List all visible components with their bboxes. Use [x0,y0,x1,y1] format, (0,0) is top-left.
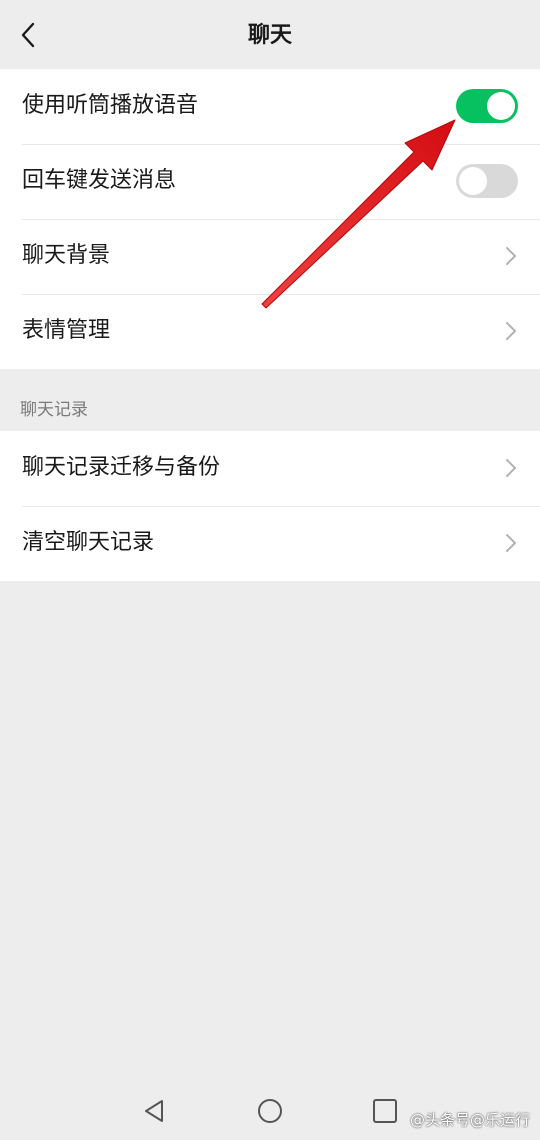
watermark-text: @头条号@乐运行 [409,1111,530,1129]
setting-row-migrate-backup[interactable]: 聊天记录迁移与备份 [0,431,540,506]
setting-row-earpiece-voice[interactable]: 使用听筒播放语音 [0,69,540,144]
square-recent-icon[interactable] [370,1096,400,1126]
setting-row-enter-to-send[interactable]: 回车键发送消息 [0,144,540,219]
setting-row-clear-history[interactable]: 清空聊天记录 [0,506,540,581]
chevron-right-icon [506,534,516,552]
toggle-knob [459,167,487,195]
setting-label: 回车键发送消息 [22,168,177,193]
earpiece-voice-toggle[interactable] [456,89,518,123]
setting-label: 清空聊天记录 [22,530,155,555]
app-header: 聊天 [0,0,540,70]
setting-label: 表情管理 [22,318,111,343]
triangle-back-icon[interactable] [140,1096,170,1126]
chat-settings-group: 使用听筒播放语音 回车键发送消息 聊天背景 表情管理 [0,69,540,369]
setting-row-sticker-management[interactable]: 表情管理 [0,294,540,369]
toggle-knob [487,92,515,120]
setting-label: 使用听筒播放语音 [22,93,199,118]
chevron-right-icon [506,322,516,340]
setting-label: 聊天背景 [22,243,111,268]
page-title: 聊天 [247,23,292,48]
section-label-chat-history: 聊天记录 [20,400,88,420]
circle-home-icon[interactable] [255,1096,285,1126]
chat-history-group: 聊天记录迁移与备份 清空聊天记录 [0,431,540,581]
setting-label: 聊天记录迁移与备份 [22,455,221,480]
setting-row-chat-background[interactable]: 聊天背景 [0,219,540,294]
chevron-right-icon [506,247,516,265]
enter-to-send-toggle[interactable] [456,164,518,198]
chevron-right-icon [506,459,516,477]
